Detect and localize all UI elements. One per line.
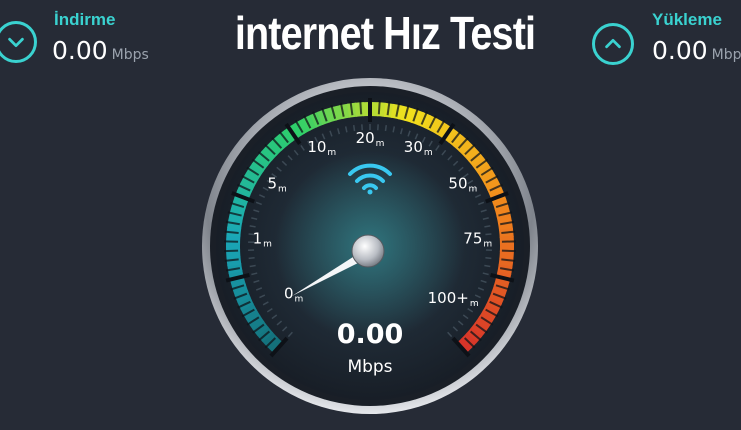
gauge-inner-tick bbox=[485, 257, 492, 260]
gauge-inner-tick bbox=[484, 225, 491, 228]
gauge-minor-tick bbox=[501, 230, 516, 234]
gauge-scale-number: 50 bbox=[448, 174, 467, 192]
gauge-scale-unit: m bbox=[278, 184, 287, 194]
gauge-inner-tick bbox=[248, 257, 255, 260]
gauge-unit: Mbps bbox=[347, 357, 392, 377]
gauge-scale-unit: m bbox=[263, 239, 272, 249]
gauge-scale-number: 1 bbox=[253, 229, 263, 247]
gauge-minor-tick bbox=[224, 258, 239, 262]
gauge-scale-unit: m bbox=[483, 239, 492, 249]
gauge-scale-number: 5 bbox=[267, 174, 277, 192]
gauge-inner-tick bbox=[352, 124, 356, 132]
gauge-inner-tick bbox=[485, 233, 492, 236]
gauge-scale-unit: m bbox=[424, 148, 433, 158]
gauge-inner-tick bbox=[249, 225, 256, 228]
gauge-inner-tick bbox=[384, 124, 388, 132]
speed-gauge: 0m1m5m10m20m 30m50m75m100+m 0.00 Mbps bbox=[202, 78, 538, 414]
gauge-scale-number: 75 bbox=[463, 229, 482, 247]
gauge-scale-unit: m bbox=[376, 139, 385, 149]
gauge-minor-tick bbox=[224, 230, 239, 234]
gauge-scale-number: 0 bbox=[284, 285, 294, 303]
gauge-scale-unit: m bbox=[327, 148, 336, 158]
gauge-scale-unit: m bbox=[470, 299, 479, 309]
gauge-scale-number: 20 bbox=[356, 129, 375, 147]
gauge-inner-tick bbox=[249, 264, 256, 268]
gauge-inner-tick bbox=[484, 264, 491, 268]
gauge-value: 0.00 bbox=[337, 319, 404, 350]
gauge-minor-tick bbox=[501, 258, 516, 262]
gauge-scale-unit: m bbox=[469, 184, 478, 194]
gauge-minor-tick bbox=[377, 100, 381, 115]
gauge-scale-number: 100+ bbox=[428, 289, 469, 307]
gauge-scale-number: 10 bbox=[307, 138, 326, 156]
gauge-scale-unit: m bbox=[295, 295, 304, 305]
gauge-scale-number: 30 bbox=[404, 138, 423, 156]
gauge-hub bbox=[351, 234, 385, 268]
gauge-minor-tick bbox=[359, 100, 363, 115]
